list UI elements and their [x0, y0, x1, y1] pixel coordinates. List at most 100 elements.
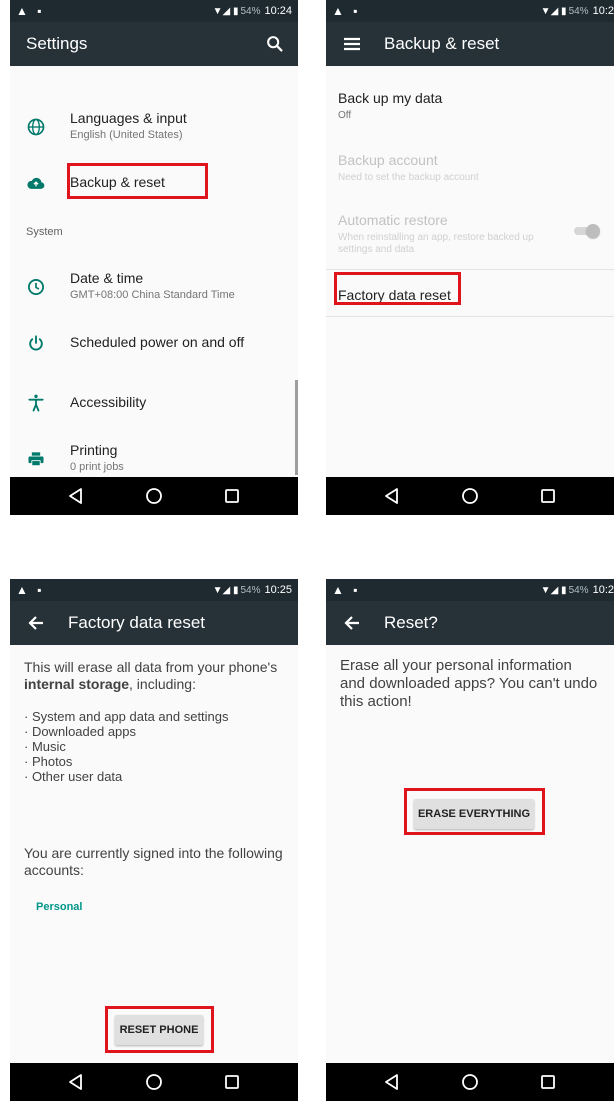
clock: 10:24	[264, 5, 292, 17]
clock: 10:2	[592, 584, 614, 596]
navigation-bar	[10, 1063, 298, 1101]
section-header: System	[26, 226, 63, 238]
reset-confirm-screen: ▲ ▪ ▼◢ ▮ 54% 10:2 Reset? Erase all your pe…	[326, 579, 614, 1101]
power-icon	[29, 335, 43, 351]
battery-icon: ▮	[561, 6, 567, 17]
backup-account-item: Backup account Need to set the backup ac…	[338, 152, 602, 184]
back-arrow-icon[interactable]	[340, 611, 364, 635]
list-item: · System and app data and settings	[24, 709, 229, 724]
list-item: · Downloaded apps	[24, 724, 137, 739]
battery-percentage: 54%	[240, 585, 261, 596]
factory-reset-screen: ▲ ▪ ▼◢ ▮ 54% 10:25 Factory data reset This…	[10, 579, 298, 1101]
back-triangle-icon[interactable]	[66, 486, 86, 506]
item-title: Scheduled power on and off	[70, 334, 245, 350]
battery-percentage: 54%	[240, 6, 261, 17]
notification-icons: ▲ ▪	[332, 583, 361, 597]
accessibility-icon	[28, 394, 44, 412]
item-title: Languages & input	[70, 110, 187, 126]
recents-square-icon[interactable]	[222, 1072, 242, 1092]
item-title: Printing	[70, 442, 118, 458]
item-title: Accessibility	[70, 394, 147, 410]
app-bar: Backup & reset	[326, 22, 614, 66]
battery-icon: ▮	[232, 6, 239, 17]
backup-reset-screen: ▲ ▪ ▼◢ ▮ 54% 10:2 Backup & reset Back up m…	[326, 0, 614, 515]
settings-screen: ▲ ▪ ▼◢ ▮ 54% 10:24 Settings Languages & in…	[10, 0, 298, 515]
item-subtitle: Off	[338, 110, 352, 121]
app-bar: Settings	[10, 22, 298, 66]
item-subtitle: 0 print jobs	[70, 461, 124, 473]
page-title: Reset?	[384, 613, 438, 632]
settings-item-date-time[interactable]: Date & time GMT+08:00 China Standard Tim…	[10, 262, 298, 312]
item-title: Date & time	[70, 270, 144, 286]
page-title: Backup & reset	[384, 34, 500, 53]
item-subtitle: GMT+08:00 China Standard Time	[70, 289, 235, 301]
home-circle-icon[interactable]	[144, 486, 164, 506]
highlight-box	[334, 272, 461, 305]
recents-square-icon[interactable]	[222, 486, 242, 506]
list-item: · Photos	[24, 754, 73, 769]
status-indicators: ▼◢ ▮ 54% 10:2	[541, 584, 614, 596]
menu-icon[interactable]	[340, 32, 364, 56]
accounts-description: You are currently signed into the follow…	[24, 845, 283, 878]
notification-icons: ▲ ▪	[16, 4, 45, 18]
page-title: Factory data reset	[68, 613, 206, 632]
item-subtitle: When reinstalling an app, restore backed…	[338, 232, 534, 255]
notification-icons: ▲ ▪	[16, 583, 45, 597]
automatic-restore-item: Automatic restore When reinstalling an a…	[338, 212, 544, 256]
app-bar: Reset?	[326, 601, 614, 645]
recents-square-icon[interactable]	[538, 486, 558, 506]
battery-percentage: 54%	[568, 6, 589, 17]
recents-square-icon[interactable]	[538, 1072, 558, 1092]
home-circle-icon[interactable]	[144, 1072, 164, 1092]
wifi-signal-icon: ▼◢	[212, 6, 231, 17]
scrollbar[interactable]	[295, 380, 298, 475]
status-bar: ▲ ▪ ▼◢ ▮ 54% 10:25	[10, 579, 298, 601]
battery-icon: ▮	[232, 585, 239, 596]
wifi-signal-icon: ▼◢	[212, 585, 231, 596]
status-bar: ▲ ▪ ▼◢ ▮ 54% 10:2	[326, 579, 614, 601]
globe-icon	[27, 118, 45, 136]
navigation-bar	[326, 477, 614, 515]
clock: 10:25	[264, 584, 292, 596]
settings-item-accessibility[interactable]: Accessibility	[10, 378, 298, 428]
highlight-box	[105, 1006, 214, 1053]
status-indicators: ▼◢ ▮ 54% 10:24	[213, 5, 292, 17]
internal-storage-emphasis: internal storage	[24, 676, 130, 692]
highlight-box	[67, 163, 208, 199]
back-arrow-icon[interactable]	[24, 611, 48, 635]
navigation-bar	[10, 477, 298, 515]
clock-icon	[28, 279, 44, 295]
divider	[326, 316, 614, 317]
settings-item-scheduled-power[interactable]: Scheduled power on and off	[10, 318, 298, 368]
erase-list: · System and app data and settings · Dow…	[24, 709, 284, 784]
battery-icon: ▮	[561, 585, 567, 596]
search-icon[interactable]	[264, 33, 286, 55]
printer-icon	[28, 452, 44, 467]
app-bar: Factory data reset	[10, 601, 298, 645]
divider	[326, 269, 614, 270]
wifi-signal-icon: ▼◢	[540, 585, 559, 596]
page-title: Settings	[26, 34, 88, 53]
settings-item-languages[interactable]: Languages & input English (United States…	[10, 102, 298, 152]
home-circle-icon[interactable]	[460, 486, 480, 506]
confirm-message: Erase all your personal information and …	[340, 657, 598, 710]
item-title: Back up my data	[338, 90, 443, 106]
backup-my-data-item[interactable]: Back up my data Off	[338, 90, 602, 122]
home-circle-icon[interactable]	[460, 1072, 480, 1092]
status-indicators: ▼◢ ▮ 54% 10:25	[213, 584, 292, 596]
back-triangle-icon[interactable]	[66, 1072, 86, 1092]
item-subtitle: Need to set the backup account	[338, 172, 479, 183]
cloud-upload-icon	[27, 177, 45, 189]
item-subtitle: English (United States)	[70, 129, 183, 141]
status-bar: ▲ ▪ ▼◢ ▮ 54% 10:24	[10, 0, 298, 22]
automatic-restore-toggle	[572, 224, 600, 238]
battery-percentage: 54%	[568, 585, 589, 596]
notification-icons: ▲ ▪	[332, 4, 361, 18]
back-triangle-icon[interactable]	[382, 486, 402, 506]
list-item: · Other user data	[24, 769, 123, 784]
back-triangle-icon[interactable]	[382, 1072, 402, 1092]
navigation-bar	[326, 1063, 614, 1101]
reset-description: This will erase all data from your phone…	[24, 659, 278, 692]
account-name: Personal	[36, 901, 83, 913]
status-indicators: ▼◢ ▮ 54% 10:2	[541, 5, 614, 17]
